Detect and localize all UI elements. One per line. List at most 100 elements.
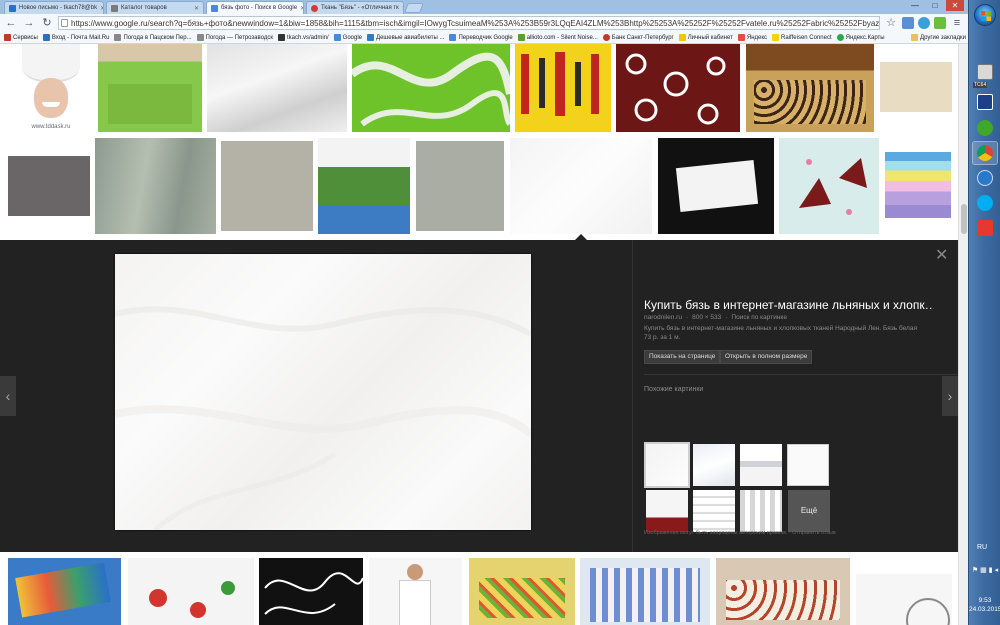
preview-title[interactable]: Купить бязь в интернет-магазине льняных … — [644, 298, 934, 312]
bookmark-flights[interactable]: Дешевые авиабилеты ... — [367, 34, 444, 41]
maximize-button[interactable]: □ — [926, 0, 944, 11]
next-image-button[interactable]: › — [942, 376, 958, 416]
tab-close-icon[interactable]: ✕ — [191, 5, 199, 12]
minimize-button[interactable]: — — [906, 0, 924, 11]
taskbar-item-utorrent[interactable] — [972, 116, 998, 140]
bookmark-star-icon[interactable]: ☆ — [884, 16, 898, 30]
bookmark-yandex-maps[interactable]: Яндекс.Карты — [836, 34, 885, 41]
bookmark-translate[interactable]: Переводчик Google — [449, 34, 513, 41]
close-window-button[interactable]: ✕ — [946, 0, 964, 11]
bookmark-google[interactable]: Google — [333, 34, 362, 41]
page-scrollbar[interactable] — [958, 44, 968, 625]
volume-icon[interactable]: ◂ — [995, 566, 999, 574]
bookmark-mailru[interactable]: Вход - Почта Mail.Ru — [42, 34, 109, 41]
bookmark-allioto[interactable]: allioto.com - Silent Noise... — [517, 34, 598, 41]
result-thumbnail[interactable] — [580, 558, 710, 625]
start-button[interactable] — [974, 4, 996, 26]
folded-sheet-shape — [675, 160, 759, 212]
network-tray-icon[interactable]: ▦ — [980, 566, 987, 574]
bookmark-weather-2[interactable]: Погода — Петрозаводск — [196, 34, 273, 41]
extension-icon[interactable] — [934, 17, 946, 29]
result-thumbnail[interactable] — [885, 152, 951, 218]
taskbar-item-save[interactable] — [972, 90, 998, 114]
language-indicator[interactable]: RU — [977, 544, 987, 551]
bookmark-weather-1[interactable]: Погода в Пацском Пер... — [114, 34, 192, 41]
tab-close-icon[interactable]: ✕ — [399, 5, 403, 12]
result-thumbnail[interactable] — [658, 138, 774, 234]
taskbar-item-totalcommander[interactable] — [972, 60, 998, 84]
result-thumbnail[interactable] — [416, 141, 504, 231]
result-thumbnail[interactable] — [369, 558, 462, 625]
similar-image-thumbnail[interactable] — [787, 444, 829, 486]
bookmark-yandex[interactable]: Яндекс — [737, 34, 767, 41]
close-preview-icon[interactable]: ✕ — [935, 248, 948, 264]
similar-image-thumbnail[interactable] — [646, 490, 688, 532]
tab-mail[interactable]: Новое письмо - tkach78@bk ✕ — [4, 1, 104, 14]
reload-icon[interactable]: ↻ — [40, 16, 54, 30]
similar-image-thumbnail[interactable] — [740, 490, 782, 532]
result-thumbnail-selected[interactable] — [510, 138, 652, 234]
similar-image-thumbnail[interactable] — [693, 444, 735, 486]
result-thumbnail[interactable] — [207, 44, 347, 132]
bookmark-raiffeisen[interactable]: Raiffeisen Connect — [772, 34, 832, 41]
result-thumbnail[interactable] — [221, 141, 313, 231]
result-thumbnail[interactable] — [95, 138, 216, 234]
result-thumbnail[interactable] — [716, 558, 850, 625]
more-similar-button[interactable]: Ещё — [788, 490, 830, 532]
result-thumbnail[interactable]: www.tddask.ru — [8, 44, 94, 132]
result-thumbnail[interactable] — [98, 44, 202, 132]
tab-close-icon[interactable]: ✕ — [97, 5, 103, 12]
mail-icon — [42, 34, 50, 41]
tab-catalog[interactable]: Каталог товаров ✕ — [106, 1, 204, 14]
result-thumbnail[interactable] — [8, 156, 90, 216]
tab-fabric[interactable]: Ткань "Бязь" - «Отличная тк ✕ — [306, 1, 404, 14]
address-bar[interactable]: https://www.google.ru/search?q=бязь+фото… — [58, 16, 880, 30]
bookmark-services[interactable]: Сервисы — [4, 34, 38, 41]
forward-arrow-icon[interactable]: → — [22, 16, 36, 30]
skype-icon — [977, 195, 993, 211]
result-thumbnail[interactable] — [8, 558, 121, 625]
flag-icon[interactable]: ⚑ — [972, 566, 978, 574]
kaspersky-icon — [977, 220, 993, 236]
taskbar-item-network[interactable] — [972, 166, 998, 190]
result-thumbnail[interactable] — [515, 44, 611, 132]
view-full-size-button[interactable]: Открыть в полном размере — [720, 350, 813, 364]
source-domain-link[interactable]: narodnilen.ru — [644, 314, 682, 321]
extension-icon[interactable] — [902, 17, 914, 29]
signal-icon[interactable]: ▮ — [989, 566, 993, 574]
taskbar-item-skype[interactable] — [972, 191, 998, 215]
similar-image-thumbnail[interactable] — [644, 442, 690, 488]
search-by-image-link[interactable]: Поиск по картинке — [731, 314, 787, 321]
result-thumbnail[interactable] — [880, 62, 952, 112]
result-thumbnail[interactable] — [352, 44, 510, 132]
tab-close-icon[interactable]: ✕ — [297, 5, 303, 12]
page-icon — [114, 34, 122, 41]
result-thumbnail[interactable] — [616, 44, 740, 132]
result-thumbnail[interactable] — [856, 574, 952, 625]
bookmark-cabinet[interactable]: Личный кабинет — [678, 34, 733, 41]
menu-icon[interactable]: ≡ — [950, 16, 964, 30]
back-arrow-icon[interactable]: ← — [4, 16, 18, 30]
tab-google-search[interactable]: бязь фото - Поиск в Google ✕ — [206, 1, 304, 14]
preview-image[interactable] — [115, 254, 531, 530]
previous-image-button[interactable]: ‹ — [0, 376, 16, 416]
taskbar-item-kaspersky[interactable] — [972, 216, 998, 240]
result-thumbnail[interactable] — [259, 558, 363, 625]
new-tab-button[interactable] — [404, 3, 424, 13]
bookmark-bank-spb[interactable]: Банк Санкт-Петербург — [602, 34, 674, 41]
result-thumbnail[interactable] — [746, 44, 874, 132]
clock[interactable]: 9:53 24.03.2015 — [969, 596, 1000, 614]
result-thumbnail[interactable] — [128, 558, 254, 625]
similar-image-thumbnail[interactable] — [693, 490, 735, 532]
scrollbar-thumb[interactable] — [961, 204, 967, 234]
other-bookmarks[interactable]: Другие закладки — [911, 34, 968, 41]
image-size: 800 × 533 — [692, 314, 722, 321]
result-thumbnail[interactable] — [469, 558, 575, 625]
taskbar-item-chrome[interactable] — [972, 141, 998, 165]
result-thumbnail[interactable] — [779, 138, 879, 234]
bookmark-tkach-admin[interactable]: tkach.vs/admin/ — [277, 34, 329, 41]
skype-extension-icon[interactable] — [918, 17, 930, 29]
visit-page-button[interactable]: Показать на странице — [644, 350, 721, 364]
result-thumbnail[interactable] — [318, 138, 410, 234]
similar-image-thumbnail[interactable] — [740, 444, 782, 486]
